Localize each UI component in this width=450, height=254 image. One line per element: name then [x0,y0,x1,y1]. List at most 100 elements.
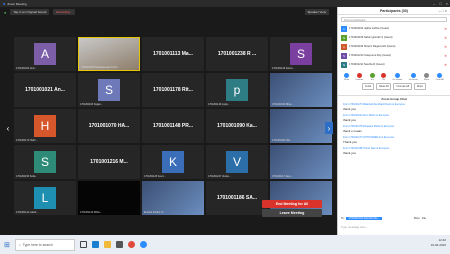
participant-avatar: L [34,187,56,209]
chat-text: thank you [343,118,357,122]
participant-tile[interactable]: S 1701001129 Saimu... [270,37,332,71]
participant-avatar: K [162,151,184,173]
participant-tile[interactable]: A 1701001024 Arun... [14,37,76,71]
speaker-view-button[interactable]: Speaker View [304,9,329,15]
participant-tile[interactable]: 1701001048 Sathiyaseelan M (Ho... [78,37,140,71]
reaction-actions: Mute Unmute Yes No Go slower Go faster More Cle… [338,73,450,81]
participant-name: 1701001070 HA... [88,123,130,129]
close-icon[interactable]: × [446,1,448,6]
participant-tile[interactable]: 1701001238 R ... [206,37,268,71]
reaction-label: Go slower [392,79,403,81]
chrome-icon[interactable] [127,241,135,248]
reaction-action[interactable]: No [381,73,387,81]
sidebar-window-controls[interactable]: – □ × [439,9,447,13]
participant-name: 1701001216 M... [90,159,128,165]
participant-caption: 1701001048 Sathiyaseelan M (Ho... [81,66,120,69]
file-button[interactable]: File [422,217,426,220]
reaction-action[interactable]: Go slower [392,73,403,81]
participant-tile[interactable]: H 1701001172 Harib... [14,109,76,143]
participant-action-button[interactable]: Invite [362,83,375,90]
participant-tile[interactable]: 1701001216 M... [78,145,140,179]
participant-row[interactable]: S 1701001214 Sreepurna Roy (Guest) ✕ [341,51,447,60]
minimize-icon[interactable]: – [433,1,435,6]
zoom-taskbar-icon[interactable] [139,241,147,248]
participant-tile[interactable]: L 1701001141 Laksh... [14,181,76,215]
participant-tile[interactable]: 1701001021 An... [14,73,76,107]
chat-message: From 1701001170 NITHYASREE.D to Everyone… [343,136,445,144]
participant-tile[interactable]: 1701001124 Mitha... [78,181,140,215]
leave-meeting-button[interactable]: Leave Meeting [262,209,322,217]
maximize-icon[interactable]: □ [439,1,441,6]
participant-caption: ELGhat Sindhu 17... [144,211,166,214]
recording-indicator[interactable]: Recording... [53,9,76,15]
taskbar-search[interactable]: ⌕ Type here to search [14,238,75,251]
participant-name: 1701001113 Ma... [153,51,193,57]
reaction-icon [356,73,362,78]
participant-tile[interactable]: 1701001093 Haf... [270,109,332,143]
next-page-arrow[interactable]: › [325,122,333,134]
taskbar-search-placeholder: Type here to search [22,242,53,247]
start-icon[interactable]: ⊞ [4,241,10,249]
chat-text: thank you [343,107,357,111]
reaction-icon [410,73,416,78]
participant-tile[interactable]: p 1701001143 pooja... [206,73,268,107]
participants-header: Participants (30) – □ × [338,7,450,15]
participant-caption: 1701001093 Haf... [272,139,292,142]
participant-avatar: S [341,52,347,59]
reaction-icon [381,73,387,78]
participant-tile[interactable]: S 1701001150 Suba... [14,145,76,179]
participant-caption: 1701001124 Mitha... [80,211,102,214]
reaction-action[interactable]: Unmute [356,73,363,81]
info-icon[interactable]: ● [4,10,6,15]
participant-row[interactable]: S 1701001105 Sabari girinath S (Guest) ✕ [341,33,447,42]
find-participant-input[interactable]: Find a participant [341,17,447,22]
reaction-action[interactable]: Yes [369,73,375,81]
chat-message: From 1701001178 Ritupama Mehta to Everyo… [343,125,445,133]
participant-name: 1701001090 Ka... [217,123,257,129]
participant-tile[interactable]: ELGhat Sindhu 17... [142,181,204,215]
participant-tile[interactable]: 1701001044 Bhav... [270,73,332,107]
participant-avatar: 1 [341,25,347,32]
participant-action-button[interactable]: Mute All [376,83,392,90]
participant-tile[interactable]: 1701001186 SA... [206,181,268,215]
end-meeting-for-all-button[interactable]: End Meeting for All [262,200,322,208]
participant-action-button[interactable]: More [414,83,426,90]
participant-tile[interactable]: 1701001178 Rit... [142,73,204,107]
participant-caption: 1701001117 Jaya... [272,175,293,178]
participant-caption: 1701001150 Suba... [16,175,38,178]
edge-icon[interactable] [91,241,99,248]
original-sound-button[interactable]: Tap in an Original Sound [10,9,50,15]
store-icon[interactable] [115,241,123,248]
meeting-area: ● Tap in an Original Sound Recording... … [0,7,337,238]
participant-row[interactable]: S 1701001211 Swetha R (Guest) ✕ [341,60,447,69]
chat-more-button[interactable]: More [414,217,420,220]
previous-page-arrow[interactable]: ‹ [4,122,12,134]
reaction-action[interactable]: Clear All [436,73,444,81]
participant-tile[interactable]: 1701001117 Jaya... [270,145,332,179]
participant-row[interactable]: 1 1701001160 rajitha sridhar (Guest) ✕ [341,24,447,33]
participant-tile[interactable]: S 1701001163 Sugan... [78,73,140,107]
participant-tile[interactable]: K 1701001125 Keert... [142,145,204,179]
participant-row-name: 1701001211 Swetha R (Guest) [349,63,385,66]
explorer-icon[interactable] [103,241,111,248]
participant-row[interactable]: 1 1701001193 Sharmi Ragaventhi (Guest) ✕ [341,42,447,51]
muted-mic-icon: ✕ [444,44,447,49]
task-view-icon[interactable] [79,241,87,248]
chat-input[interactable]: Type message here... [341,225,368,229]
participant-tile[interactable]: 1701001148 PR... [142,109,204,143]
chat-recipient-row: To: 1701001004 Akansha Ro... More File [341,217,426,220]
reaction-label: Clear All [435,79,444,81]
recipient-select[interactable]: 1701001004 Akansha Ro... [346,217,382,220]
participant-caption: 1701001143 pooja... [208,103,230,106]
reaction-action[interactable]: More [424,73,430,81]
participant-caption: 1701001024 Arun... [16,67,37,70]
participant-tile[interactable]: 1701001090 Ka... [206,109,268,143]
reaction-action[interactable]: Mute [344,73,350,81]
muted-mic-icon: ✕ [444,53,447,58]
reaction-action[interactable]: Go faster [409,73,418,81]
participant-action-button[interactable]: Unmute All [393,83,413,90]
participant-tile[interactable]: 1701001113 Ma... [142,37,204,71]
reaction-icon [369,73,375,78]
participant-tile[interactable]: V 1701001247 Venka... [206,145,268,179]
participant-tile[interactable]: 1701001070 HA... [78,109,140,143]
